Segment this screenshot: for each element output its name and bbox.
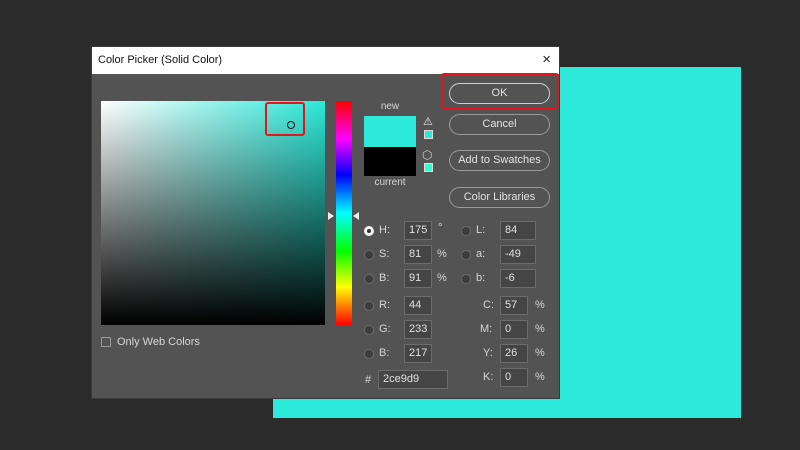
hex-label: # bbox=[365, 374, 372, 386]
black-unit: % bbox=[535, 371, 545, 383]
lab-b-label: b: bbox=[476, 272, 486, 284]
black-label: K: bbox=[483, 371, 494, 383]
new-color-swatch bbox=[364, 116, 416, 147]
blue-input[interactable]: 217 bbox=[404, 344, 432, 363]
hue-input[interactable]: 175 bbox=[404, 221, 432, 240]
lab-l-radio[interactable] bbox=[461, 226, 471, 236]
green-input[interactable]: 233 bbox=[404, 320, 432, 339]
brightness-input[interactable]: 91 bbox=[404, 269, 432, 288]
lab-l-label: L: bbox=[476, 224, 486, 236]
web-safe-swatch[interactable] bbox=[424, 163, 433, 172]
blue-label: B: bbox=[379, 347, 390, 359]
cyan-unit: % bbox=[535, 299, 545, 311]
lab-b-radio[interactable] bbox=[461, 274, 471, 284]
lab-b-input[interactable]: -6 bbox=[500, 269, 536, 288]
hue-unit: ° bbox=[438, 222, 443, 234]
brightness-label: B: bbox=[379, 272, 390, 284]
red-label: R: bbox=[379, 299, 390, 311]
yellow-unit: % bbox=[535, 347, 545, 359]
add-to-swatches-button[interactable]: Add to Swatches bbox=[449, 150, 550, 171]
lab-a-radio[interactable] bbox=[461, 250, 471, 260]
magenta-input[interactable]: 0 bbox=[500, 320, 528, 339]
red-radio[interactable] bbox=[364, 301, 374, 311]
hex-input[interactable]: 2ce9d9 bbox=[378, 370, 448, 389]
close-icon[interactable]: × bbox=[542, 51, 551, 68]
lab-a-input[interactable]: -49 bbox=[500, 245, 536, 264]
black-input[interactable]: 0 bbox=[500, 368, 528, 387]
saturation-unit: % bbox=[437, 248, 447, 260]
hue-slider-left-arrow-icon[interactable] bbox=[328, 212, 334, 220]
cyan-label: C: bbox=[483, 299, 494, 311]
saturation-radio[interactable] bbox=[364, 250, 374, 260]
cancel-button[interactable]: Cancel bbox=[449, 114, 550, 135]
cyan-input[interactable]: 57 bbox=[500, 296, 528, 315]
magenta-unit: % bbox=[535, 323, 545, 335]
magenta-label: M: bbox=[480, 323, 493, 335]
green-label: G: bbox=[379, 323, 391, 335]
new-color-label: new bbox=[380, 101, 400, 112]
only-web-colors-checkbox[interactable] bbox=[101, 337, 111, 347]
color-libraries-button[interactable]: Color Libraries bbox=[449, 187, 550, 208]
green-radio[interactable] bbox=[364, 325, 374, 335]
cursor-highlight-box bbox=[265, 102, 305, 136]
web-safe-cube-icon[interactable]: ⬡ bbox=[422, 148, 432, 162]
dialog-title: Color Picker (Solid Color) bbox=[98, 54, 223, 66]
saturation-label: S: bbox=[379, 248, 390, 260]
lab-a-label: a: bbox=[476, 248, 486, 260]
saturation-input[interactable]: 81 bbox=[404, 245, 432, 264]
only-web-colors-label: Only Web Colors bbox=[117, 336, 200, 348]
hue-radio[interactable] bbox=[364, 226, 374, 236]
dialog-titlebar: Color Picker (Solid Color) × bbox=[92, 47, 559, 74]
color-picker-dialog: Color Picker (Solid Color) × new current… bbox=[92, 47, 559, 398]
brightness-radio[interactable] bbox=[364, 274, 374, 284]
current-color-label: current bbox=[374, 177, 406, 188]
brightness-unit: % bbox=[437, 272, 447, 284]
blue-radio[interactable] bbox=[364, 349, 374, 359]
hue-slider-right-arrow-icon[interactable] bbox=[353, 212, 359, 220]
gamut-correction-swatch[interactable] bbox=[424, 130, 433, 139]
lab-l-input[interactable]: 84 bbox=[500, 221, 536, 240]
hue-label: H: bbox=[379, 224, 390, 236]
hue-slider[interactable] bbox=[336, 101, 352, 325]
yellow-input[interactable]: 26 bbox=[500, 344, 528, 363]
red-input[interactable]: 44 bbox=[404, 296, 432, 315]
current-color-swatch[interactable] bbox=[364, 147, 416, 176]
ok-button[interactable]: OK bbox=[449, 83, 550, 104]
yellow-label: Y: bbox=[483, 347, 493, 359]
gamut-warning-icon[interactable]: ⚠ bbox=[423, 115, 433, 128]
